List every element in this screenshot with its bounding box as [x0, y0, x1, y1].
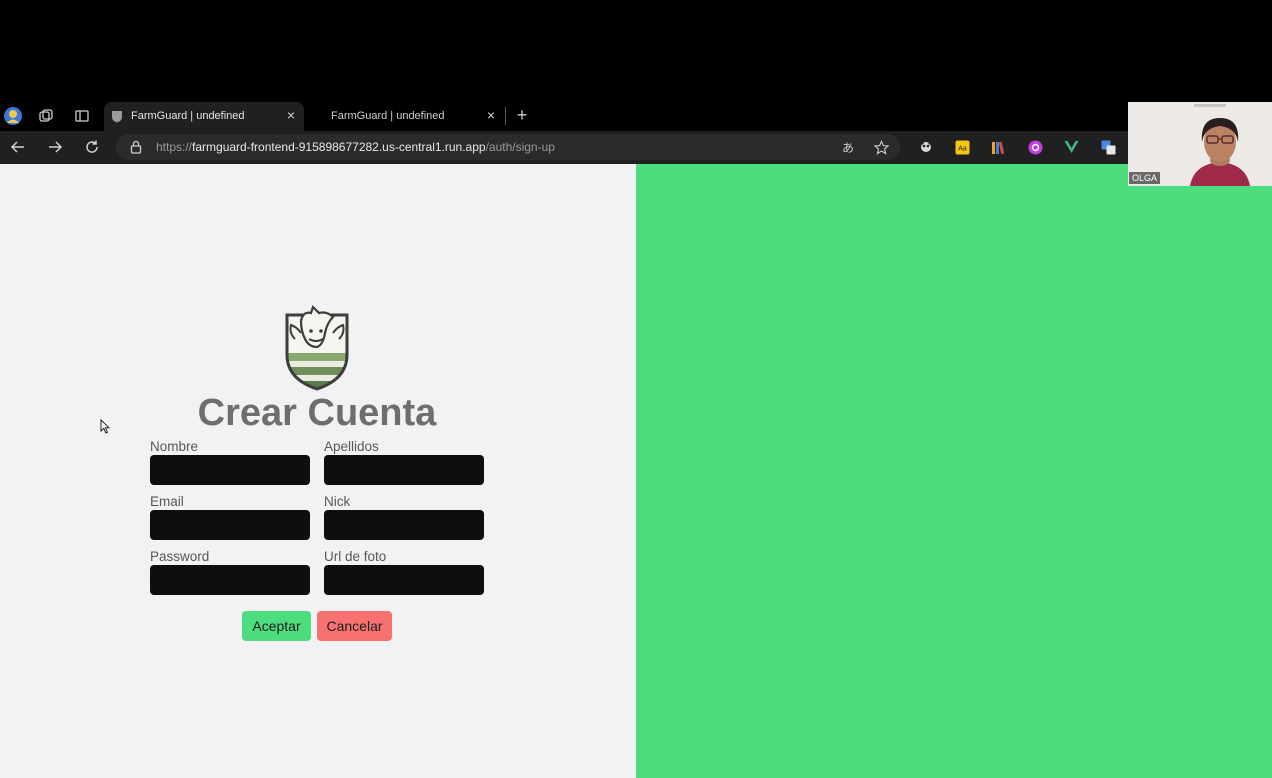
nick-input[interactable] [324, 510, 484, 540]
accept-button[interactable]: Aceptar [242, 611, 311, 641]
tab-divider [505, 107, 506, 125]
webcam-name-label: OLGA [1129, 172, 1161, 184]
url-path: /auth/sign-up [485, 140, 555, 154]
tab-title: FarmGuard | undefined [131, 110, 245, 122]
apellidos-label: Apellidos [324, 439, 379, 454]
url-foto-label: Url de foto [324, 549, 387, 564]
url-text[interactable]: https://farmguard-frontend-915898677282.… [156, 140, 555, 154]
mouse-cursor-icon [100, 418, 111, 434]
password-input[interactable] [150, 565, 310, 595]
cancel-button[interactable]: Cancelar [317, 611, 392, 641]
farmguard-favicon-icon [110, 109, 124, 123]
nombre-label: Nombre [150, 439, 199, 454]
new-tab-icon[interactable]: + [513, 105, 531, 125]
svg-text:Aa: Aa [958, 145, 967, 152]
refresh-icon[interactable] [83, 138, 101, 156]
email-input[interactable] [150, 510, 310, 540]
extension-books-icon[interactable] [990, 139, 1006, 155]
url-foto-input[interactable] [324, 565, 484, 595]
extension-translate-icon[interactable] [1100, 139, 1116, 155]
extension-dictionary-icon[interactable]: Aa [954, 139, 970, 155]
workspaces-icon[interactable] [37, 107, 55, 125]
read-aloud-icon[interactable]: あ [839, 139, 857, 155]
tab-title[interactable]: FarmGuard | undefined [331, 110, 445, 122]
back-icon[interactable] [9, 138, 27, 156]
tab-actions-icon[interactable] [73, 107, 91, 125]
extension-panda-icon[interactable] [918, 139, 934, 155]
apellidos-input[interactable] [324, 455, 484, 485]
favorite-star-icon[interactable] [873, 139, 889, 155]
url-prefix: https:// [156, 140, 193, 154]
extension-purple-icon[interactable] [1027, 139, 1043, 155]
nick-label: Nick [324, 494, 351, 509]
page-title: Crear Cuenta [197, 392, 437, 434]
forward-icon[interactable] [46, 138, 64, 156]
green-panel [636, 164, 1272, 778]
extension-vue-icon[interactable] [1063, 139, 1079, 155]
close-tab-icon[interactable]: × [484, 107, 498, 123]
farmguard-logo-icon [283, 303, 351, 391]
profile-icon[interactable] [3, 106, 23, 126]
url-host: farmguard-frontend-915898677282.us-centr… [192, 140, 486, 154]
email-label: Email [150, 494, 184, 509]
close-tab-icon[interactable]: × [284, 107, 298, 123]
nombre-input[interactable] [150, 455, 310, 485]
lock-icon[interactable] [129, 139, 143, 155]
form-panel [0, 164, 636, 778]
password-label: Password [150, 549, 210, 564]
